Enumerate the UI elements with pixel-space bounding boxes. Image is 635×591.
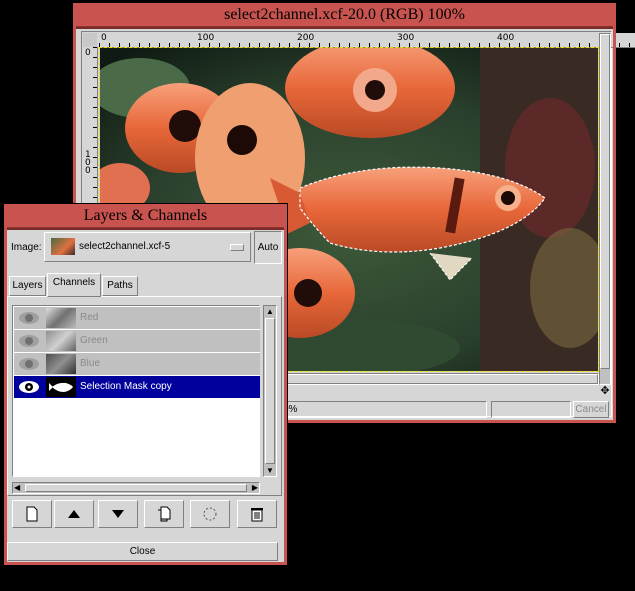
duplicate-icon	[158, 506, 171, 522]
image-selector-value: select2channel.xcf-5	[79, 241, 171, 252]
image-selector[interactable]: select2channel.xcf-5	[44, 232, 251, 262]
tab-channels[interactable]: Channels	[47, 273, 101, 297]
lower-channel-button[interactable]	[98, 500, 138, 528]
channel-name: Red	[80, 312, 99, 323]
image-window-title[interactable]: select2channel.xcf-20.0 (RGB) 100%	[73, 3, 616, 29]
auto-button[interactable]: Auto	[254, 231, 282, 264]
channel-name: Green	[80, 335, 108, 346]
raise-channel-button[interactable]	[54, 500, 94, 528]
delete-channel-button[interactable]	[237, 500, 277, 528]
ruler-label: 0	[101, 33, 107, 43]
arrow-down-icon	[112, 510, 124, 518]
channels-list[interactable]: Red Green Blue Selection Mask copy	[12, 305, 260, 477]
eye-icon[interactable]	[18, 334, 40, 348]
channel-thumbnail	[46, 377, 76, 397]
list-vertical-scrollbar[interactable]: ▲ ▼	[263, 305, 277, 477]
arrow-up-icon	[68, 510, 80, 518]
tab-layers[interactable]: Layers	[9, 276, 46, 296]
new-channel-button[interactable]	[12, 500, 52, 528]
dialog-title[interactable]: Layers & Channels	[4, 204, 287, 230]
channel-thumbnail	[46, 308, 76, 328]
status-progress	[491, 401, 571, 418]
scrollbar-thumb[interactable]	[25, 484, 247, 492]
scroll-right-icon[interactable]: ▶	[252, 483, 258, 492]
duplicate-channel-button[interactable]	[144, 500, 184, 528]
eye-icon[interactable]	[18, 380, 40, 394]
channel-name: Blue	[80, 358, 101, 369]
cancel-button[interactable]: Cancel	[573, 401, 609, 418]
channel-to-selection-button[interactable]	[190, 500, 230, 528]
ruler-label: 400	[497, 33, 515, 43]
status-zoom: 0%	[279, 401, 487, 418]
close-button[interactable]: Close	[7, 542, 278, 561]
horizontal-ruler[interactable]: 0 100 200 300 400	[99, 33, 635, 48]
ruler-label: 200	[297, 33, 315, 43]
list-item-green[interactable]: Green	[14, 330, 260, 352]
trash-icon	[251, 508, 263, 522]
image-label: Image:	[11, 242, 42, 253]
list-item-blue[interactable]: Blue	[14, 353, 260, 375]
scrollbar-thumb[interactable]	[265, 318, 275, 464]
channel-name: Selection Mask copy	[80, 381, 172, 392]
image-thumbnail	[51, 238, 75, 255]
eye-icon[interactable]	[18, 357, 40, 371]
scroll-down-icon[interactable]: ▼	[266, 466, 274, 475]
list-item-selection-mask-copy[interactable]: Selection Mask copy	[14, 376, 260, 398]
ruler-label: 300	[397, 33, 415, 43]
channel-thumbnail	[46, 331, 76, 351]
ruler-corner[interactable]	[83, 33, 97, 47]
ruler-label: 100	[197, 33, 215, 43]
option-menu-indicator-icon	[230, 244, 244, 251]
list-item-red[interactable]: Red	[14, 307, 260, 329]
channel-thumbnail	[46, 354, 76, 374]
navigate-icon[interactable]: ✥	[599, 385, 611, 397]
selection-circle-icon	[203, 507, 217, 521]
scrollbar-thumb[interactable]	[600, 34, 610, 369]
scroll-left-icon[interactable]: ◀	[14, 483, 20, 492]
vertical-scrollbar[interactable]	[599, 33, 611, 385]
tab-paths[interactable]: Paths	[102, 276, 138, 296]
list-horizontal-scrollbar[interactable]: ◀ ▶	[12, 482, 260, 494]
eye-icon[interactable]	[18, 311, 40, 325]
new-page-icon	[26, 506, 38, 522]
scroll-up-icon[interactable]: ▲	[266, 307, 274, 316]
